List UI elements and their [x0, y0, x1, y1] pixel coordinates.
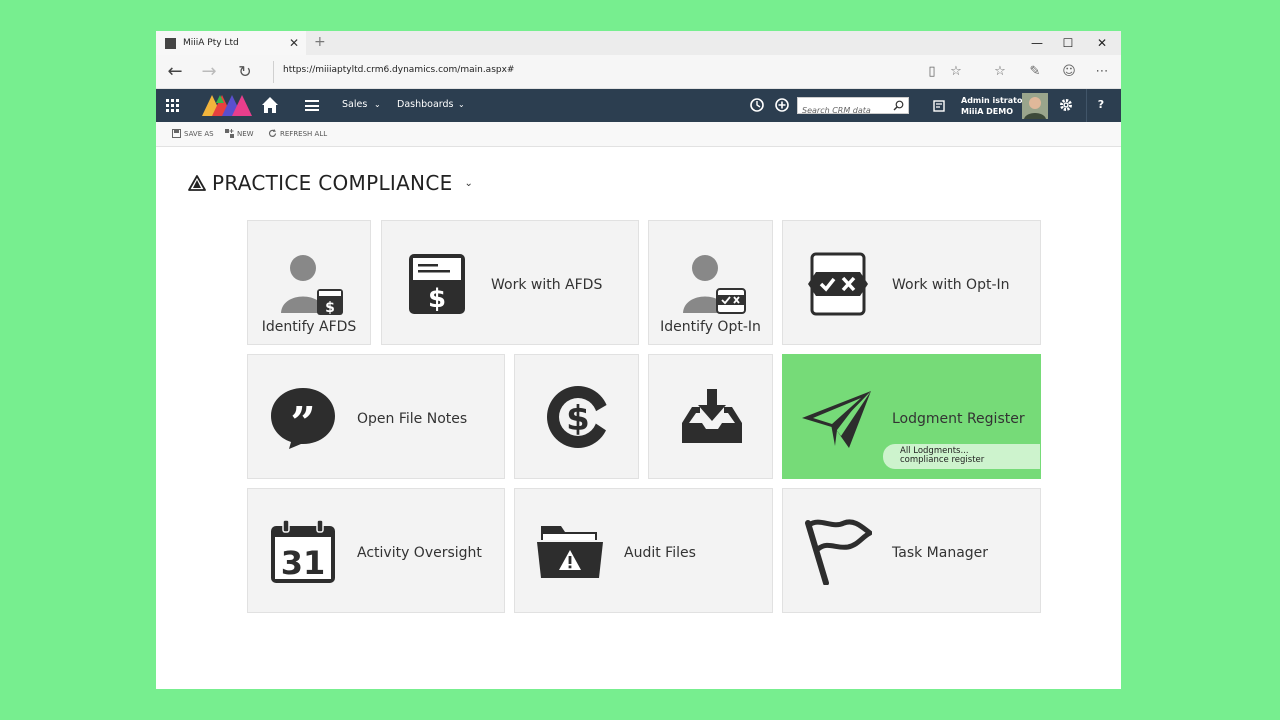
invoice-dollar-icon: $	[409, 254, 465, 314]
maximize-button[interactable]: ☐	[1051, 33, 1085, 53]
recent-history-icon[interactable]	[749, 97, 765, 113]
refresh-all-button[interactable]: REFRESH ALL	[268, 129, 327, 138]
help-button[interactable]: ?	[1094, 98, 1108, 111]
nav-item-sales[interactable]: Sales	[342, 99, 367, 110]
svg-text:$: $	[325, 300, 335, 316]
save-as-label: SAVE AS	[184, 129, 214, 138]
svg-text:”: ”	[290, 398, 315, 449]
page-title-row[interactable]: PRACTICE COMPLIANCE ⌄	[188, 171, 473, 195]
lodgment-register-note: All Lodgments... compliance register	[883, 444, 1040, 469]
minimize-button[interactable]: —	[1020, 33, 1054, 53]
address-bar: ← → ↻ https://miiiaptyltd.crm6.dynamics.…	[156, 55, 1121, 89]
more-icon[interactable]: ⋯	[1092, 63, 1112, 81]
browser-tab[interactable]: MiiiA Pty Ltd ✕	[156, 31, 306, 55]
warning-icon	[188, 175, 206, 191]
tile-label: Audit Files	[624, 545, 696, 561]
feedback-smiley-icon[interactable]: ☺	[1059, 63, 1079, 81]
nav-item-dashboards[interactable]: Dashboards	[397, 99, 454, 110]
tile-lodgment-register[interactable]: Lodgment Register All Lodgments... compl…	[782, 354, 1041, 479]
tile-label: Work with AFDS	[491, 277, 603, 293]
person-opt-in-icon	[683, 255, 746, 314]
favorite-star-icon[interactable]: ☆	[946, 63, 966, 81]
opt-in-check-cross-icon	[808, 252, 868, 316]
user-org[interactable]: MiiiA DEMO	[961, 107, 1013, 116]
paper-plane-icon	[802, 391, 871, 448]
tile-label: Open File Notes	[357, 411, 468, 427]
tab-bar: MiiiA Pty Ltd ✕ + — ☐ ✕	[156, 31, 1121, 55]
favorites-hub-icon[interactable]: ☆	[990, 63, 1010, 81]
back-arrow-icon[interactable]: ←	[164, 62, 186, 82]
search-box	[797, 97, 909, 118]
svg-text:$: $	[566, 399, 590, 439]
new-button[interactable]: NEW	[225, 129, 254, 138]
create-plus-icon[interactable]	[774, 97, 790, 113]
new-label: NEW	[237, 129, 254, 138]
page-title: PRACTICE COMPLIANCE	[212, 171, 453, 195]
close-window-button[interactable]: ✕	[1085, 33, 1119, 53]
note-line: compliance register	[900, 455, 985, 465]
save-as-button[interactable]: SAVE AS	[172, 129, 214, 138]
gear-icon[interactable]	[1059, 98, 1073, 112]
command-bar: SAVE AS NEW REFRESH ALL	[156, 122, 1121, 147]
flag-icon	[805, 519, 872, 585]
tab-close-icon[interactable]: ✕	[286, 36, 302, 50]
quote-bubble-icon: ”	[271, 388, 335, 449]
refresh-all-icon	[268, 129, 277, 137]
folder-warning-icon	[537, 526, 603, 578]
crm-nav-bar: Sales ⌄ Dashboards ⌄ Admin istrator Miii…	[156, 89, 1121, 122]
tile-label: Activity Oversight	[357, 545, 482, 561]
web-note-icon[interactable]: ✎	[1025, 63, 1045, 81]
save-icon	[172, 129, 181, 138]
chevron-down-icon[interactable]: ⌄	[374, 100, 381, 109]
tile-label: Lodgment Register	[892, 411, 1025, 427]
inbox-download-icon	[682, 389, 742, 443]
tile-activity-oversight[interactable]: 31 Activity Oversight	[247, 488, 505, 613]
tile-billing[interactable]: $	[514, 354, 639, 479]
url-field[interactable]: https://miiiaptyltd.crm6.dynamics.com/ma…	[283, 65, 514, 75]
person-dollar-icon: $	[281, 255, 343, 316]
reading-view-icon[interactable]: ▯	[922, 63, 942, 81]
tile-identify-afds[interactable]: $ Identify AFDS	[247, 220, 371, 345]
tile-label: Work with Opt-In	[892, 277, 1010, 293]
avatar[interactable]	[1022, 93, 1048, 119]
refresh-icon[interactable]: ↻	[234, 62, 256, 82]
browser-window: MiiiA Pty Ltd ✕ + — ☐ ✕ ← → ↻ https://mi…	[156, 31, 1121, 689]
advanced-find-icon[interactable]	[933, 99, 947, 113]
tile-label: Identify Opt-In	[660, 319, 761, 335]
hamburger-icon[interactable]	[305, 100, 319, 111]
tile-download[interactable]	[648, 354, 773, 479]
calendar-icon: 31	[271, 519, 335, 583]
tile-open-file-notes[interactable]: ” Open File Notes	[247, 354, 505, 479]
address-separator	[273, 61, 274, 83]
new-icon	[225, 129, 234, 138]
search-icon[interactable]	[893, 100, 904, 111]
chevron-down-icon[interactable]: ⌄	[458, 100, 465, 109]
tile-work-with-opt-in[interactable]: Work with Opt-In	[782, 220, 1041, 345]
home-icon[interactable]	[261, 96, 279, 114]
tile-audit-files[interactable]: Audit Files	[514, 488, 773, 613]
chevron-down-icon[interactable]: ⌄	[465, 178, 473, 189]
tile-task-manager[interactable]: Task Manager	[782, 488, 1041, 613]
refresh-all-label: REFRESH ALL	[280, 129, 328, 138]
tile-label: Identify AFDS	[261, 319, 357, 335]
help-separator	[1086, 89, 1087, 122]
search-input[interactable]	[798, 103, 888, 118]
tile-label: Task Manager	[892, 545, 989, 561]
tile-identify-opt-in[interactable]: Identify Opt-In	[648, 220, 773, 345]
apps-grid-icon[interactable]	[166, 99, 179, 112]
logo[interactable]	[202, 95, 252, 116]
calendar-day: 31	[281, 544, 326, 582]
tab-title: MiiiA Pty Ltd	[183, 38, 239, 48]
user-name[interactable]: Admin istrator	[961, 96, 1026, 105]
dollar-cycle-icon: $	[547, 386, 610, 448]
tile-work-with-afds[interactable]: $ Work with AFDS	[381, 220, 639, 345]
svg-text:$: $	[428, 284, 446, 314]
favicon-icon	[165, 37, 176, 49]
forward-arrow-icon[interactable]: →	[198, 62, 220, 82]
new-tab-button[interactable]: +	[314, 34, 326, 50]
